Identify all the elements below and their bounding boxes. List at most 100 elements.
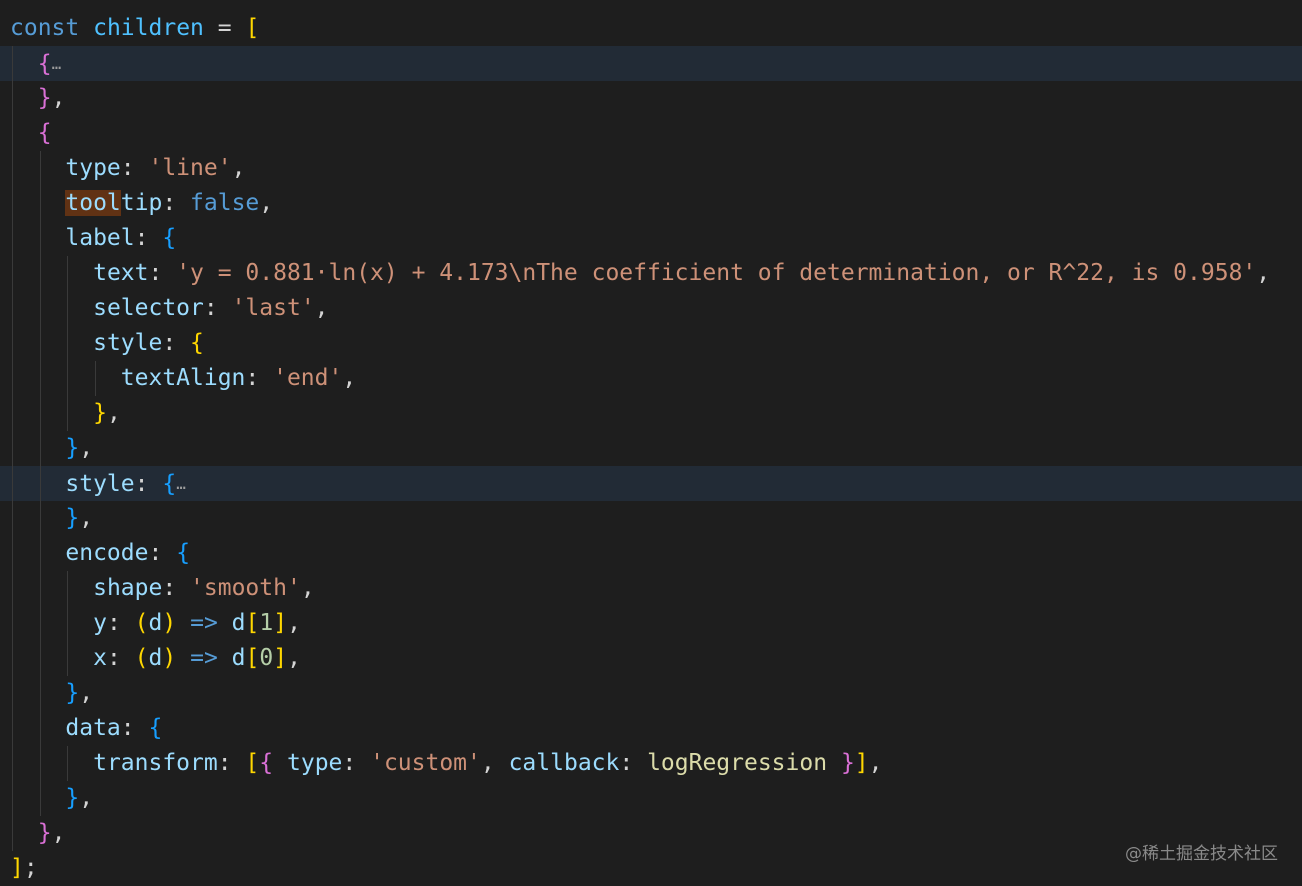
code-text: }, xyxy=(10,81,66,116)
code-line[interactable]: }, xyxy=(0,781,1302,816)
code-token: children xyxy=(93,15,204,41)
code-token: logRegression xyxy=(647,750,828,776)
code-token: selector xyxy=(93,295,204,321)
code-token: label xyxy=(65,225,135,251)
code-line[interactable]: y: (d) => d[1], xyxy=(0,606,1302,641)
code-token: { xyxy=(176,540,191,566)
code-token: } xyxy=(65,680,80,706)
code-text: const children = [ xyxy=(10,11,259,46)
code-token: , xyxy=(231,155,246,181)
code-line[interactable]: {… xyxy=(0,46,1302,81)
code-line[interactable]: type: 'line', xyxy=(0,151,1302,186)
code-line[interactable]: tooltip: false, xyxy=(0,186,1302,221)
code-text: y: (d) => d[1], xyxy=(10,606,301,641)
code-token: , xyxy=(287,645,301,671)
code-line[interactable]: const children = [ xyxy=(0,11,1302,46)
code-token: [ xyxy=(245,750,260,776)
code-text: {… xyxy=(10,46,62,82)
code-token: d xyxy=(231,645,246,671)
code-text: x: (d) => d[0], xyxy=(10,641,301,676)
code-token: : xyxy=(203,295,232,321)
code-token: { xyxy=(37,120,52,146)
code-line[interactable]: }, xyxy=(0,81,1302,116)
code-text: encode: { xyxy=(10,536,190,571)
code-token: } xyxy=(840,750,855,776)
code-line[interactable]: shape: 'smooth', xyxy=(0,571,1302,606)
code-editor[interactable]: const children = [ {… }, { type: 'line',… xyxy=(0,0,1302,886)
code-token: ) xyxy=(162,610,177,636)
code-token: 'end' xyxy=(273,365,343,391)
code-text: textAlign: 'end', xyxy=(10,361,356,396)
code-token: , xyxy=(259,190,274,216)
code-token: 'smooth' xyxy=(190,575,301,601)
code-token: : xyxy=(106,645,135,671)
code-token: , xyxy=(868,750,883,776)
code-token: style xyxy=(65,471,135,497)
code-token: transform xyxy=(93,750,218,776)
code-text: text: 'y = 0.881·ln(x) + 4.173\nThe coef… xyxy=(10,256,1270,291)
code-token: ] xyxy=(273,610,288,636)
code-token: false xyxy=(190,190,260,216)
code-line[interactable]: text: 'y = 0.881·ln(x) + 4.173\nThe coef… xyxy=(0,256,1302,291)
code-token: } xyxy=(37,85,52,111)
code-line[interactable]: ]; xyxy=(0,851,1302,886)
code-token: [ xyxy=(245,610,260,636)
code-token: 'custom' xyxy=(370,750,481,776)
code-token: ( xyxy=(134,645,149,671)
code-line[interactable]: }, xyxy=(0,431,1302,466)
code-line[interactable]: }, xyxy=(0,816,1302,851)
code-line[interactable]: }, xyxy=(0,396,1302,431)
code-token: { xyxy=(259,750,274,776)
code-token: : xyxy=(106,610,135,636)
code-token: : xyxy=(134,225,163,251)
code-text: { xyxy=(10,116,52,151)
code-token: d xyxy=(148,610,163,636)
code-token: text xyxy=(93,260,149,286)
code-text: }, xyxy=(10,676,93,711)
code-token: 'line' xyxy=(148,155,232,181)
code-line[interactable]: { xyxy=(0,116,1302,151)
code-token: d xyxy=(231,610,246,636)
code-token: { xyxy=(162,471,177,497)
code-token: [ xyxy=(245,645,260,671)
code-token: : xyxy=(619,750,648,776)
code-line[interactable]: style: { xyxy=(0,326,1302,361)
code-line[interactable]: data: { xyxy=(0,711,1302,746)
code-token: type xyxy=(287,750,343,776)
code-token: , xyxy=(51,85,66,111)
code-token: : xyxy=(134,471,163,497)
code-text: style: {… xyxy=(10,466,186,502)
code-token: 0 xyxy=(259,645,274,671)
code-line[interactable]: textAlign: 'end', xyxy=(0,361,1302,396)
code-line[interactable]: }, xyxy=(0,676,1302,711)
code-text: transform: [{ type: 'custom', callback: … xyxy=(10,746,883,781)
code-text: data: { xyxy=(10,711,162,746)
code-token: , xyxy=(79,505,94,531)
code-text: style: { xyxy=(10,326,204,361)
code-line[interactable]: selector: 'last', xyxy=(0,291,1302,326)
code-token: data xyxy=(65,715,121,741)
code-text: }, xyxy=(10,501,93,536)
code-line[interactable]: }, xyxy=(0,501,1302,536)
code-line[interactable]: encode: { xyxy=(0,536,1302,571)
code-line[interactable]: transform: [{ type: 'custom', callback: … xyxy=(0,746,1302,781)
code-token: : xyxy=(148,260,177,286)
code-token: 'y = 0.881·ln(x) + 4.173\nThe coefficien… xyxy=(176,260,1257,286)
code-token: : xyxy=(162,330,191,356)
code-token: , xyxy=(106,400,121,426)
code-token: : xyxy=(120,155,149,181)
code-token: : xyxy=(162,575,191,601)
code-token: ] xyxy=(854,750,869,776)
fold-ellipsis-icon[interactable]: … xyxy=(176,474,186,493)
code-token: , xyxy=(51,820,66,846)
code-line[interactable]: label: { xyxy=(0,221,1302,256)
code-line[interactable]: style: {… xyxy=(0,466,1302,501)
code-line[interactable]: x: (d) => d[0], xyxy=(0,641,1302,676)
fold-ellipsis-icon[interactable]: … xyxy=(52,54,62,73)
code-token: , xyxy=(300,575,315,601)
